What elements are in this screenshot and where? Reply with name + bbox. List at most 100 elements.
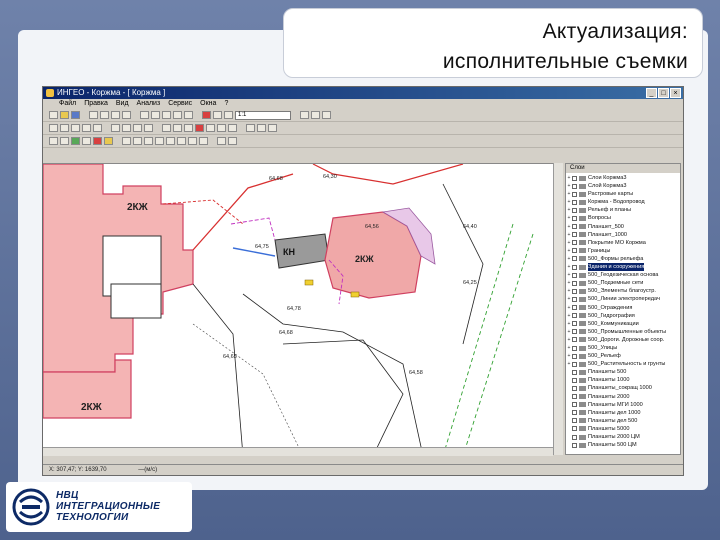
layer-checkbox[interactable] [572,369,577,375]
cut-icon[interactable] [100,111,109,119]
window-titlebar[interactable]: ИНГЕО - Коржма - [ Коржма ] _ □ × [43,87,683,99]
pointer-icon[interactable] [60,124,69,132]
layer-checkbox[interactable] [572,377,577,383]
layer-checkbox[interactable] [572,385,577,391]
select-icon[interactable] [49,124,58,132]
layer-red-icon[interactable] [202,111,211,119]
extend-icon[interactable] [144,137,153,145]
arc-icon[interactable] [60,137,69,145]
measure-icon[interactable] [224,111,233,119]
layer-tree-item[interactable]: +500_Дороги. Дорожные соор. [566,336,680,344]
layer-checkbox[interactable] [572,199,577,205]
save-icon[interactable] [71,111,80,119]
menu-analysis[interactable]: Анализ [137,99,161,109]
layer-tree-item[interactable]: +500_Улицы [566,344,680,352]
refresh-icon[interactable] [300,111,309,119]
layer-tree-item[interactable]: Планшеты_сокращ 1000 [566,384,680,392]
layer-checkbox[interactable] [572,353,577,359]
menu-help[interactable]: ? [224,99,228,109]
move-icon[interactable] [82,124,91,132]
layer-tree-item[interactable]: +500_Геодезическая основа [566,271,680,279]
layer-tree-item[interactable]: Планшеты 2000 ЦМ [566,433,680,441]
layer-checkbox[interactable] [572,296,577,302]
layer-checkbox[interactable] [572,410,577,416]
layer-checkbox[interactable] [572,175,577,181]
layer-tree-item[interactable]: + Вопросы [566,214,680,222]
layer-checkbox[interactable] [572,207,577,213]
layer-tree-item[interactable]: +500_Растительность и грунты [566,360,680,368]
info-icon[interactable] [217,137,226,145]
layer-checkbox[interactable] [572,345,577,351]
undo-icon[interactable] [140,111,149,119]
layer-tree-item[interactable]: + Коржма - Водопровод [566,198,680,206]
layer-tree-item[interactable]: Планшеты 5000 [566,425,680,433]
layer-checkbox[interactable] [572,256,577,262]
layer-checkbox[interactable] [572,240,577,246]
layer-checkbox[interactable] [572,394,577,400]
maximize-button[interactable]: □ [658,88,669,98]
check-icon[interactable] [228,137,237,145]
layer-tree-item[interactable]: +500_Ограждения [566,304,680,312]
zoom-in-icon[interactable] [162,111,171,119]
layer-tree-item[interactable]: + Здания и сооружения [566,263,680,272]
layer-tree-item[interactable]: Планшеты дел 500 [566,417,680,425]
layer-checkbox[interactable] [572,288,577,294]
layer-tree-item[interactable]: +500_Рельеф [566,352,680,360]
stop-icon[interactable] [93,137,102,145]
menu-view[interactable]: Вид [116,99,129,109]
menu-service[interactable]: Сервис [168,99,192,109]
layer-checkbox[interactable] [572,313,577,319]
layers-tab[interactable]: Слои [566,164,680,173]
line-icon[interactable] [111,124,120,132]
layer-checkbox[interactable] [572,183,577,189]
close-button[interactable]: × [670,88,681,98]
symbol-icon[interactable] [228,124,237,132]
snap-icon[interactable] [162,124,171,132]
minimize-button[interactable]: _ [646,88,657,98]
layer-checkbox[interactable] [572,426,577,432]
layer-tree-item[interactable]: +500_Гидрография [566,312,680,320]
layer-checkbox[interactable] [572,264,577,270]
layer-tree-item[interactable]: +500_Подземные сети [566,279,680,287]
layer-tree-item[interactable]: +500_Промышленные объекты [566,328,680,336]
layer-tree-item[interactable]: +500_Линии электропередач [566,295,680,303]
map-canvas[interactable]: 2КЖ 2КЖ КН 2КЖ 64,75 64,68 64,56 64,40 6… [43,163,553,456]
layer-checkbox[interactable] [572,191,577,197]
polygon-icon[interactable] [133,124,142,132]
node-edit-icon[interactable] [173,124,182,132]
menu-edit[interactable]: Правка [84,99,108,109]
layer-checkbox[interactable] [572,418,577,424]
new-file-icon[interactable] [49,111,58,119]
open-folder-icon[interactable] [60,111,69,119]
pan-icon[interactable] [184,111,193,119]
layer-tree-item[interactable]: + Слой Коржма3 [566,182,680,190]
layer-tree-item[interactable]: Планшеты дел 1000 [566,409,680,417]
layer-tree-item[interactable]: + Планшет_500 [566,223,680,231]
layer-checkbox[interactable] [572,361,577,367]
layer-tree-item[interactable]: Планшеты 500 [566,368,680,376]
layer-tree-item[interactable]: +500_Коммуникации [566,320,680,328]
layer-tree-item[interactable]: + Покрытие МО Коржма [566,239,680,247]
highlight-icon[interactable] [104,137,113,145]
text-icon[interactable] [217,124,226,132]
layer-checkbox[interactable] [572,232,577,238]
query-icon[interactable] [257,124,266,132]
delete-icon[interactable] [195,124,204,132]
report-icon[interactable] [268,124,277,132]
offset-icon[interactable] [122,137,131,145]
map-vertical-scrollbar[interactable] [553,163,563,455]
layer-green-icon[interactable] [71,137,80,145]
layer-checkbox[interactable] [572,216,577,222]
polyline-icon[interactable] [122,124,131,132]
layer-tree-item[interactable]: Планшеты 2000 [566,393,680,401]
layer-tree-item[interactable]: +500_Элементы благоустр. [566,287,680,295]
layer-checkbox[interactable] [572,442,577,448]
layer-tree-item[interactable]: Планшеты 500 ЦМ [566,441,680,449]
layer-checkbox[interactable] [572,321,577,327]
layer-checkbox[interactable] [572,224,577,230]
layer-checkbox[interactable] [572,329,577,335]
arrow-icon[interactable] [49,137,58,145]
hatch-icon[interactable] [199,137,208,145]
print-icon[interactable] [89,111,98,119]
circle-icon[interactable] [82,137,91,145]
